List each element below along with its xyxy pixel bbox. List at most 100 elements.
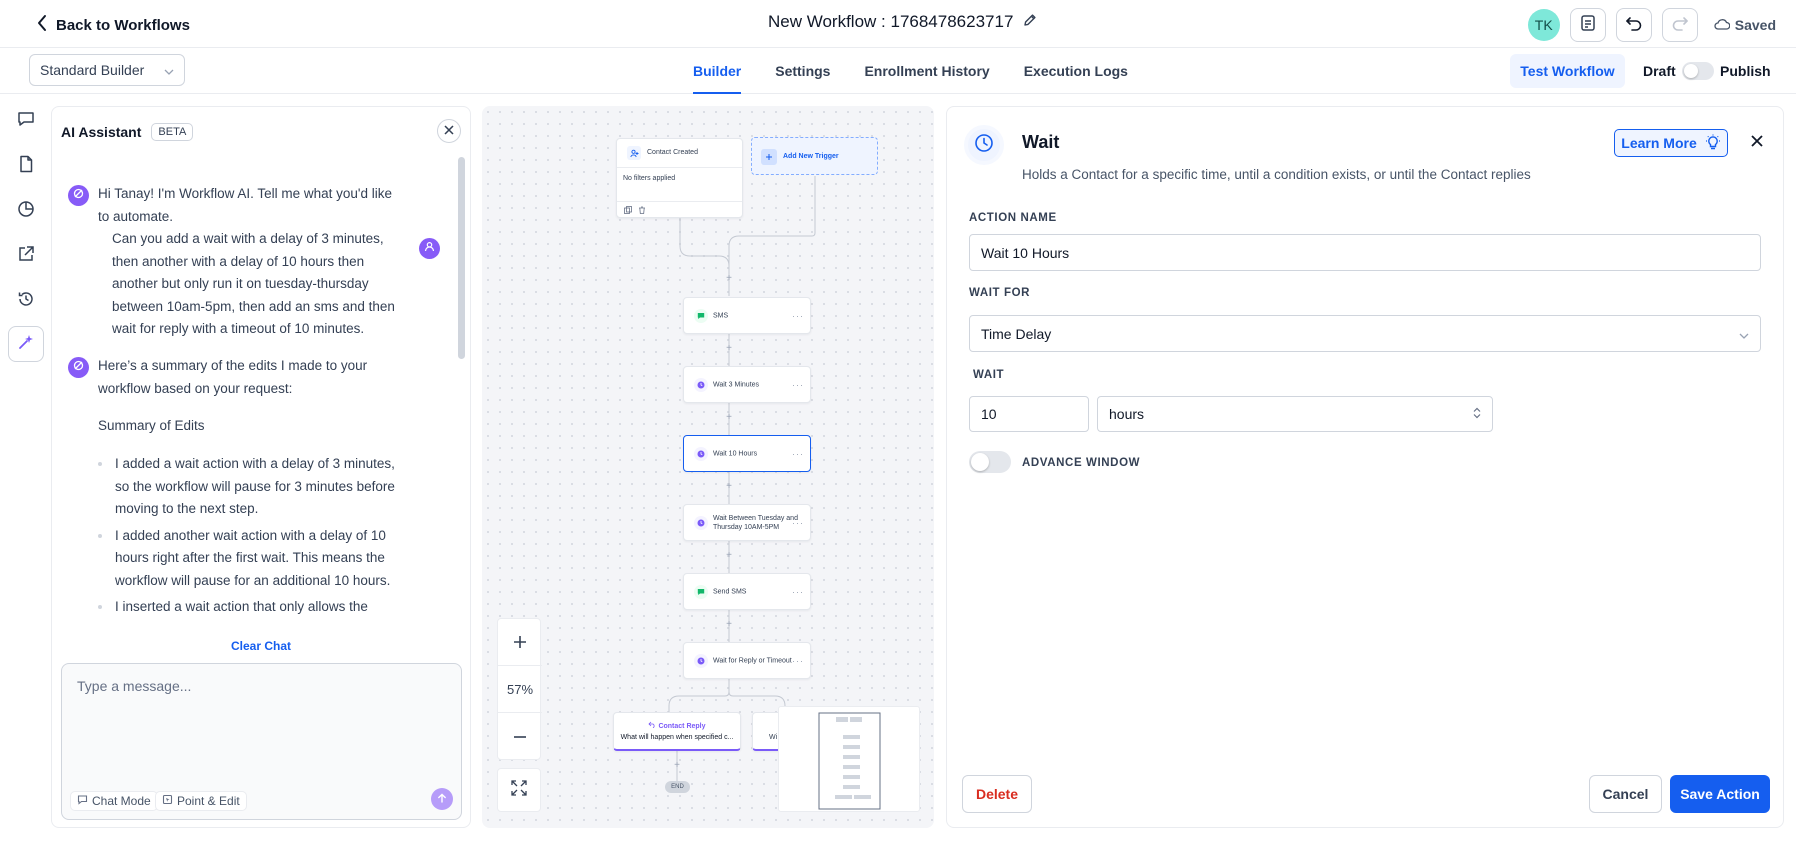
wait-for-value: Time Delay: [981, 325, 1052, 342]
more-icon[interactable]: ···: [792, 311, 804, 321]
workflow-title-text: New Workflow : 1768478623717: [768, 12, 1014, 31]
panel-close-button[interactable]: [1745, 131, 1769, 155]
add-step-plus[interactable]: +: [724, 344, 734, 354]
trash-icon[interactable]: [638, 206, 646, 216]
close-icon: [444, 122, 454, 140]
cancel-button[interactable]: Cancel: [1589, 775, 1662, 813]
trigger-node-contact-created[interactable]: Contact Created No filters applied: [616, 138, 743, 218]
end-node: END: [665, 781, 690, 793]
left-rail: [0, 94, 50, 841]
saved-status: Saved: [1714, 17, 1776, 33]
rail-ai-button[interactable]: [8, 326, 44, 362]
redo-icon: [1671, 15, 1689, 36]
panel-title: Wait: [1022, 132, 1060, 152]
node-label: Wait for Reply or Timeout: [713, 657, 792, 664]
learn-more-button[interactable]: Learn More: [1614, 129, 1728, 157]
branch-title-text: Contact Reply: [658, 723, 706, 730]
chat-history[interactable]: Hi Tanay! I'm Workflow AI. Tell me what …: [52, 157, 452, 635]
point-edit-button[interactable]: Point & Edit: [155, 791, 247, 811]
ai-close-button[interactable]: [437, 119, 461, 143]
user-icon: [424, 237, 435, 260]
add-step-plus[interactable]: +: [724, 620, 734, 630]
pencil-icon[interactable]: [1023, 12, 1037, 32]
notes-button[interactable]: [1569, 8, 1606, 42]
rail-share-button[interactable]: [13, 243, 39, 269]
chevron-down-icon: [1739, 326, 1749, 342]
external-link-icon: [17, 245, 35, 268]
chat-mode-button[interactable]: Chat Mode: [70, 791, 158, 811]
bot-avatar: [68, 185, 89, 206]
add-step-plus[interactable]: +: [724, 274, 734, 284]
send-button[interactable]: [431, 788, 453, 810]
pie-chart-icon: [17, 200, 35, 223]
rail-comments-button[interactable]: [13, 108, 39, 134]
node-label: SMS: [713, 312, 729, 319]
main-tabs: Builder Settings Enrollment History Exec…: [693, 48, 1128, 94]
clock-icon: [694, 515, 708, 530]
redo-button[interactable]: [1661, 8, 1698, 42]
more-icon[interactable]: ···: [792, 587, 804, 597]
zoom-out-button[interactable]: [498, 713, 542, 760]
user-avatar[interactable]: TK: [1527, 9, 1560, 41]
wait-unit-select[interactable]: hours: [1097, 396, 1493, 432]
save-action-button[interactable]: Save Action: [1670, 775, 1770, 813]
sms-icon: [694, 584, 708, 599]
builder-toolbar: Standard Builder Builder Settings Enroll…: [0, 48, 1796, 94]
action-name-input[interactable]: [969, 234, 1761, 271]
undo-button[interactable]: [1615, 8, 1652, 42]
back-to-workflows-link[interactable]: Back to Workflows: [36, 14, 190, 36]
clear-chat-link[interactable]: Clear Chat: [52, 639, 470, 653]
more-icon[interactable]: ···: [792, 449, 804, 459]
add-step-plus[interactable]: +: [724, 413, 734, 423]
branch-node-contact-reply[interactable]: Contact Reply What will happen when spec…: [613, 712, 741, 751]
message-composer: Chat Mode Point & Edit: [61, 663, 462, 820]
fit-view-button[interactable]: [497, 768, 541, 812]
rail-stats-button[interactable]: [13, 198, 39, 224]
test-workflow-button[interactable]: Test Workflow: [1510, 54, 1625, 88]
action-node-wait-10-hours[interactable]: Wait 10 Hours ···: [683, 435, 811, 472]
advance-window-toggle[interactable]: [969, 451, 1011, 473]
add-step-plus[interactable]: +: [724, 551, 734, 561]
ai-header: AI Assistant BETA: [61, 123, 194, 141]
builder-mode-select[interactable]: Standard Builder: [29, 54, 185, 86]
draft-label: Draft: [1643, 63, 1676, 79]
action-node-wait-between-days[interactable]: Wait Between Tuesday and Thursday 10AM-5…: [683, 504, 811, 541]
rail-history-button[interactable]: [13, 288, 39, 314]
clock-icon: [694, 653, 708, 668]
more-icon[interactable]: ···: [792, 656, 804, 666]
ai-bot-icon: [73, 356, 84, 379]
node-divider: [617, 167, 742, 168]
wait-for-select[interactable]: Time Delay: [969, 315, 1761, 352]
add-step-plus[interactable]: +: [672, 761, 682, 771]
action-node-wait-for-reply[interactable]: Wait for Reply or Timeout ···: [683, 642, 811, 679]
wait-label: WAIT: [973, 369, 1005, 381]
add-step-plus[interactable]: +: [724, 482, 734, 492]
canvas-minimap[interactable]: [778, 706, 920, 812]
action-node-sms[interactable]: SMS ···: [683, 297, 811, 334]
copy-icon[interactable]: [624, 206, 632, 216]
workflow-canvas[interactable]: Contact Created No filters applied Add N…: [482, 106, 934, 828]
tab-execution-logs[interactable]: Execution Logs: [1024, 48, 1128, 94]
zoom-in-button[interactable]: [498, 619, 542, 666]
wait-amount-input[interactable]: [969, 396, 1089, 432]
chat-scrollbar[interactable]: [458, 157, 465, 629]
delete-button[interactable]: Delete: [962, 775, 1032, 813]
top-header: Back to Workflows New Workflow : 1768478…: [0, 0, 1796, 48]
add-trigger-node[interactable]: Add New Trigger: [751, 137, 878, 175]
plus-icon: [513, 629, 527, 655]
more-icon[interactable]: ···: [792, 518, 804, 528]
back-label: Back to Workflows: [56, 16, 190, 34]
scrollbar-thumb[interactable]: [458, 157, 465, 359]
publish-toggle[interactable]: [1682, 62, 1714, 80]
more-icon[interactable]: ···: [792, 380, 804, 390]
tab-enrollment-history[interactable]: Enrollment History: [864, 48, 989, 94]
tab-settings[interactable]: Settings: [775, 48, 830, 94]
tab-builder[interactable]: Builder: [693, 48, 742, 94]
message-input[interactable]: [77, 678, 437, 694]
action-node-send-sms[interactable]: Send SMS ···: [683, 573, 811, 610]
action-node-wait-3-minutes[interactable]: Wait 3 Minutes ···: [683, 366, 811, 403]
workflow-title: New Workflow : 1768478623717: [768, 12, 1037, 32]
minus-icon: [513, 724, 527, 750]
summary-heading: Summary of Edits: [98, 418, 205, 433]
rail-documents-button[interactable]: [13, 153, 39, 179]
